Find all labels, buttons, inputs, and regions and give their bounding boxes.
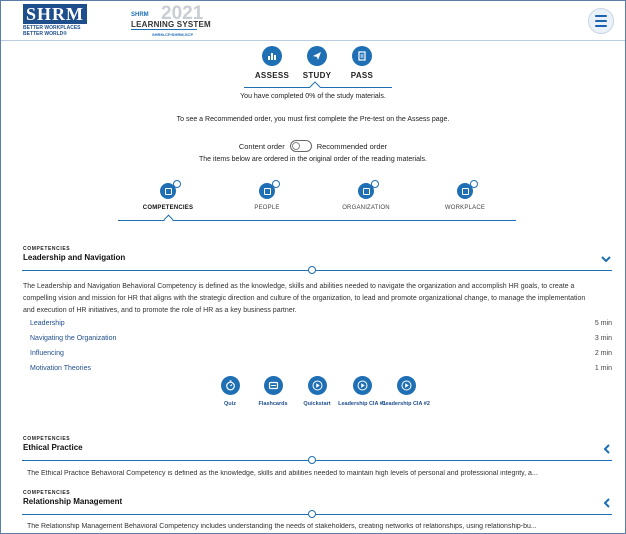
tab-organization[interactable]: ORGANIZATION bbox=[316, 180, 416, 211]
tab-organization-label: ORGANIZATION bbox=[342, 205, 390, 211]
quickstart-button[interactable]: Quickstart bbox=[293, 376, 341, 410]
order-toggle-switch[interactable] bbox=[289, 140, 312, 152]
chevron-down-icon[interactable] bbox=[601, 254, 611, 264]
section-progress-rule bbox=[22, 270, 612, 271]
tab-workplace-label: WORKPLACE bbox=[444, 205, 486, 211]
topic-duration: 3 min bbox=[594, 335, 612, 342]
logo-tagline: BETTER WORKPLACES BETTER WORLD® bbox=[23, 25, 81, 37]
tab-competencies-label: COMPETENCIES bbox=[142, 205, 194, 211]
section-title[interactable]: Relationship Management bbox=[23, 497, 122, 506]
play-icon bbox=[307, 376, 327, 395]
section-progress-rule bbox=[22, 514, 612, 515]
flashcards-button[interactable]: Flashcards bbox=[249, 376, 297, 410]
tab-pass[interactable]: PASS bbox=[337, 46, 387, 80]
shrm-logo[interactable]: SHRM bbox=[23, 4, 87, 24]
tab-study[interactable]: STUDY bbox=[292, 46, 342, 80]
content-order-label: Content order bbox=[238, 141, 285, 151]
tab-assess[interactable]: ASSESS bbox=[247, 46, 297, 80]
section-progress-knob bbox=[308, 266, 316, 274]
topic-row[interactable]: Navigating the Organization 3 min bbox=[30, 335, 612, 347]
topic-name[interactable]: Motivation Theories bbox=[30, 365, 91, 372]
order-note: The items below are ordered in the origi… bbox=[198, 156, 427, 163]
play-circle-icon bbox=[352, 376, 372, 395]
paper-plane-icon bbox=[307, 46, 327, 66]
tab-pass-label: PASS bbox=[350, 71, 374, 80]
section-progress-rule bbox=[22, 460, 612, 461]
tab-workplace[interactable]: WORKPLACE bbox=[415, 180, 515, 211]
section-progress-knob bbox=[308, 510, 316, 518]
tab-competencies[interactable]: COMPETENCIES bbox=[118, 180, 218, 211]
section-kicker: COMPETENCIES bbox=[23, 436, 71, 442]
learning-system-rule bbox=[131, 29, 197, 30]
workplace-icon bbox=[457, 180, 478, 199]
recommended-order-label: Recommended order bbox=[316, 141, 388, 151]
section-title[interactable]: Ethical Practice bbox=[23, 443, 83, 452]
section-kicker: COMPETENCIES bbox=[23, 490, 71, 496]
progress-text: You have completed 0% of the study mater… bbox=[240, 93, 386, 100]
tab-people-label: PEOPLE bbox=[254, 205, 280, 211]
leadership-cia-1-button[interactable]: Leadership CIA #1 bbox=[338, 376, 386, 410]
category-tabs-underline bbox=[118, 220, 516, 221]
topic-name[interactable]: Navigating the Organization bbox=[30, 335, 116, 342]
flashcards-label: Flashcards bbox=[258, 401, 288, 407]
quiz-button[interactable]: Quiz bbox=[206, 376, 254, 410]
play-circle-icon bbox=[396, 376, 416, 395]
topic-name[interactable]: Influencing bbox=[30, 350, 64, 357]
stopwatch-icon bbox=[220, 376, 240, 395]
flashcards-icon bbox=[263, 376, 283, 395]
topic-duration: 5 min bbox=[594, 320, 612, 327]
learning-system-title: LEARNING SYSTEM bbox=[131, 20, 211, 29]
hamburger-menu-icon[interactable] bbox=[588, 8, 614, 34]
document-icon bbox=[352, 46, 372, 66]
topic-duration: 2 min bbox=[594, 350, 612, 357]
tab-study-label: STUDY bbox=[302, 71, 332, 80]
tab-people[interactable]: PEOPLE bbox=[217, 180, 317, 211]
tab-assess-label: ASSESS bbox=[254, 71, 290, 80]
quickstart-label: Quickstart bbox=[303, 401, 331, 407]
section-progress-knob bbox=[308, 456, 316, 464]
topic-name[interactable]: Leadership bbox=[30, 320, 65, 327]
topic-row[interactable]: Leadership 5 min bbox=[30, 320, 612, 332]
app-header: SHRM BETTER WORKPLACES BETTER WORLD® SHR… bbox=[1, 1, 625, 41]
competencies-icon bbox=[160, 180, 181, 199]
section-description: The Leadership and Navigation Behavioral… bbox=[23, 283, 586, 314]
section-description: The Relationship Management Behavioral C… bbox=[27, 523, 537, 530]
chevron-left-icon[interactable] bbox=[602, 498, 612, 508]
order-toggle-row: Content order Recommended order bbox=[0, 139, 626, 153]
study-actions: Quiz Flashcards Quickstart Leadership CI… bbox=[206, 376, 432, 424]
people-icon bbox=[259, 180, 280, 199]
quiz-label: Quiz bbox=[224, 401, 236, 407]
learning-system-brand: SHRM bbox=[131, 12, 149, 18]
study-mode-tabs: ASSESS STUDY PASS bbox=[244, 46, 392, 93]
leadership-cia-2-button[interactable]: Leadership CIA #2 bbox=[382, 376, 430, 410]
chevron-left-icon[interactable] bbox=[602, 444, 612, 454]
topic-duration: 1 min bbox=[594, 365, 612, 372]
leadership-cia-1-label: Leadership CIA #1 bbox=[338, 401, 386, 407]
active-category-caret bbox=[163, 214, 174, 225]
pretest-note: To see a Recommended order, you must fir… bbox=[176, 116, 450, 123]
organization-icon bbox=[358, 180, 379, 199]
learning-system-subtitle: SHRM-CP/SHRM-SCP bbox=[152, 32, 194, 37]
section-title[interactable]: Leadership and Navigation bbox=[23, 253, 125, 262]
section-description: The Ethical Practice Behavioral Competen… bbox=[27, 470, 538, 477]
topic-row[interactable]: Influencing 2 min bbox=[30, 350, 612, 362]
leadership-cia-2-label: Leadership CIA #2 bbox=[382, 401, 430, 407]
section-kicker: COMPETENCIES bbox=[23, 246, 71, 252]
category-tabs: COMPETENCIES PEOPLE ORGANIZATION WORKPLA… bbox=[118, 180, 516, 225]
bar-chart-icon bbox=[262, 46, 282, 66]
